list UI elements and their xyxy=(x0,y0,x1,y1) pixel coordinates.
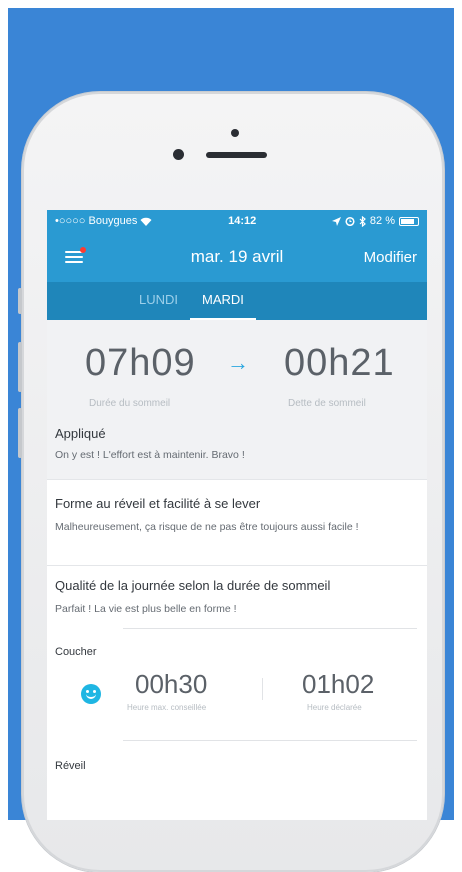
location-icon xyxy=(331,216,341,226)
volume-up-button xyxy=(18,342,22,392)
sleep-debt-label: Dette de sommeil xyxy=(288,398,366,409)
section-qualite-title: Qualité de la journée selon la durée de … xyxy=(55,578,331,593)
coucher-declared-value: 01h02 xyxy=(302,669,375,699)
notification-dot xyxy=(80,247,86,253)
coucher-declared-label: Heure déclarée xyxy=(307,703,362,712)
status-left: •○○○○ Bouygues xyxy=(55,215,152,227)
modifier-button[interactable]: Modifier xyxy=(364,249,417,266)
value-separator xyxy=(262,678,263,700)
divider xyxy=(123,628,417,629)
battery-percent: 82 % xyxy=(369,215,395,227)
sleep-duration-value: 07h09 xyxy=(85,342,196,384)
battery-level xyxy=(400,218,414,224)
section-applique-title: Appliqué xyxy=(55,426,106,441)
clock: 14:12 xyxy=(228,215,257,227)
tab-lundi[interactable]: LUNDI xyxy=(127,282,190,320)
front-camera xyxy=(173,149,184,160)
section-qualite-text: Parfait ! La vie est plus belle en forme… xyxy=(55,603,237,615)
arrow-right-icon: → xyxy=(227,350,249,375)
sleep-duration-label: Durée du sommeil xyxy=(89,398,171,409)
status-right: 82 % xyxy=(331,215,419,227)
coucher-label: Coucher xyxy=(55,646,97,658)
proximity-sensor xyxy=(231,129,239,137)
bluetooth-icon xyxy=(359,215,366,227)
wifi-icon xyxy=(140,217,152,226)
section-applique-text: On y est ! L'effort est à maintenir. Bra… xyxy=(55,449,245,461)
coucher-max-label: Heure max. conseillée xyxy=(127,703,207,712)
sleep-debt-value: 00h21 xyxy=(284,342,395,384)
divider xyxy=(123,740,417,741)
nav-bar: mar. 19 avril Modifier xyxy=(47,232,427,282)
app-screen: •○○○○ Bouygues 14:12 82 % mar. 19 avril … xyxy=(47,210,427,820)
smiley-icon xyxy=(81,684,101,704)
day-tabs: LUNDI MARDI xyxy=(47,282,427,320)
reveil-label: Réveil xyxy=(55,760,86,772)
earpiece-speaker xyxy=(206,152,267,158)
tab-mardi[interactable]: MARDI xyxy=(190,282,256,320)
section-qualite: Qualité de la journée selon la durée de … xyxy=(47,566,427,806)
volume-down-button xyxy=(18,408,22,458)
carrier-label: •○○○○ Bouygues xyxy=(55,215,138,227)
section-applique: Appliqué On y est ! L'effort est à maint… xyxy=(47,422,427,480)
page-title: mar. 19 avril xyxy=(190,247,284,266)
section-forme-reveil-title: Forme au réveil et facilité à se lever xyxy=(55,496,261,511)
sleep-summary: 07h09 Durée du sommeil → 00h21 Dette de … xyxy=(47,320,427,422)
status-bar: •○○○○ Bouygues 14:12 82 % xyxy=(47,210,427,232)
coucher-max-value: 00h30 xyxy=(135,669,208,699)
mute-switch xyxy=(18,288,22,314)
battery-icon xyxy=(398,216,419,226)
section-forme-reveil: Forme au réveil et facilité à se lever M… xyxy=(47,480,427,566)
section-forme-reveil-text: Malheureusement, ça risque de ne pas êtr… xyxy=(55,521,359,533)
hamburger-menu-icon[interactable] xyxy=(65,247,86,264)
alarm-icon xyxy=(345,216,355,226)
